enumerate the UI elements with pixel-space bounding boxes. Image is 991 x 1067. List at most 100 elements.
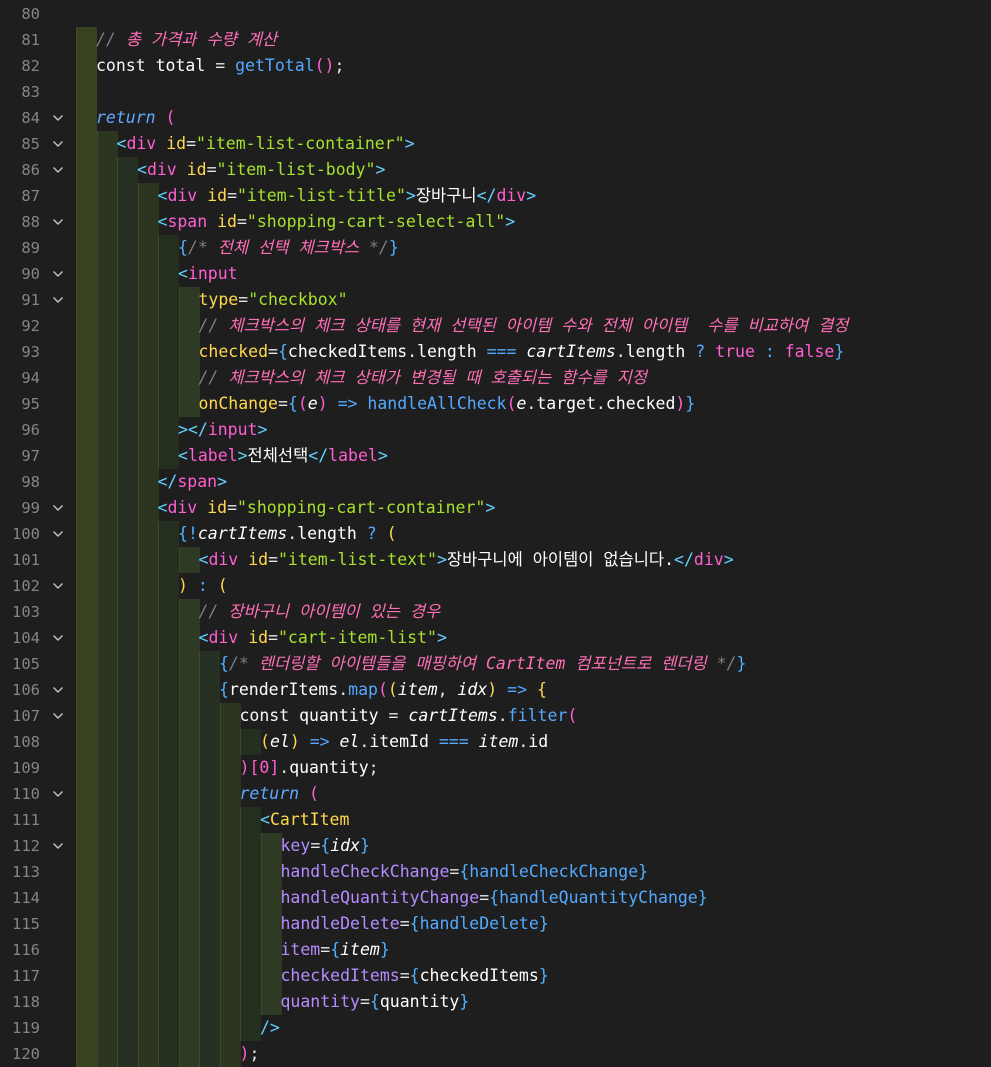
code-token: */ <box>359 238 389 257</box>
indent-guide <box>76 287 97 313</box>
code-token: div <box>167 186 208 205</box>
indent-guide <box>158 859 179 885</box>
code-token: onChange <box>198 394 278 413</box>
indent-guide <box>158 573 179 599</box>
code-line[interactable]: 107 const quantity = cartItems.filter( <box>0 703 991 729</box>
code-token: div <box>167 498 208 517</box>
code-line[interactable]: 118 quantity={quantity} <box>0 989 991 1015</box>
chevron-down-icon[interactable] <box>52 112 64 124</box>
chevron-down-icon[interactable] <box>52 216 64 228</box>
indent-guide <box>137 625 159 651</box>
code-line[interactable]: 120); <box>0 1041 991 1067</box>
code-token: > <box>436 550 447 569</box>
code-line[interactable]: 104 <div id="cart-item-list"> <box>0 625 991 651</box>
code-line[interactable]: 97 <label>전체선택</label> <box>0 443 991 469</box>
code-line[interactable]: 86 <div id="item-list-body"> <box>0 157 991 183</box>
code-line[interactable]: 98 </span> <box>0 469 991 495</box>
code-token: "checkbox" <box>248 290 348 309</box>
indent-guide <box>117 313 138 339</box>
code-line[interactable]: 90 <input <box>0 261 991 287</box>
code-token: > <box>505 212 516 231</box>
code-line[interactable]: 116 item={item} <box>0 937 991 963</box>
code-text: checkedItems={checkedItems} <box>281 963 549 989</box>
code-line[interactable]: 80 <box>0 1 991 27</box>
code-line[interactable]: 111 <CartItem <box>0 807 991 833</box>
code-line[interactable]: 95 onChange={(e) => handleAllCheck(e.targ… <box>0 391 991 417</box>
code-line[interactable]: 101 <div id="item-list-text">장바구니에 아이템이 없… <box>0 547 991 573</box>
indent-guide <box>260 937 282 963</box>
indent-guide <box>96 365 118 391</box>
code-line[interactable]: 99 <div id="shopping-cart-container"> <box>0 495 991 521</box>
code-line[interactable]: 113 handleCheckChange={handleCheckChange} <box>0 859 991 885</box>
code-text: <div id="item-list-title">장바구니</div> <box>158 183 537 209</box>
indent-guide <box>158 937 179 963</box>
code-token: total <box>155 56 216 75</box>
chevron-down-icon[interactable] <box>52 710 64 722</box>
code-text: // 장바구니 아이템이 있는 경우 <box>199 599 441 625</box>
code-line[interactable]: 84 return ( <box>0 105 991 131</box>
code-line[interactable]: 115 handleDelete={handleDelete} <box>0 911 991 937</box>
code-line[interactable]: 100 {!cartItems.length ? ( <box>0 521 991 547</box>
chevron-down-icon[interactable] <box>52 294 64 306</box>
indent-guide <box>117 859 138 885</box>
line-number: 116 <box>12 941 40 959</box>
code-line[interactable]: 119 /> <box>0 1015 991 1041</box>
code-line[interactable]: 106 {renderItems.map((item, idx) => { <box>0 677 991 703</box>
code-token: ? <box>695 342 716 361</box>
code-line[interactable]: 109)[0].quantity; <box>0 755 991 781</box>
chevron-down-icon[interactable] <box>52 684 64 696</box>
chevron-down-icon[interactable] <box>52 528 64 540</box>
code-token: < <box>260 810 270 829</box>
code-text: key={idx} <box>281 833 370 859</box>
code-token: . <box>338 680 349 699</box>
indent-guide <box>178 963 200 989</box>
code-line[interactable]: 110 return ( <box>0 781 991 807</box>
code-line[interactable]: 81 // 총 가격과 수량 계산 <box>0 27 991 53</box>
code-line[interactable]: 105 {/* 렌더링할 아이템들을 매핑하여 CartItem 컴포넌트로 렌더… <box>0 651 991 677</box>
code-token: ( <box>567 706 578 725</box>
indent-guide <box>76 573 97 599</box>
code-line[interactable]: 83 <box>0 79 991 105</box>
indent-guide <box>96 859 118 885</box>
indent-guide <box>199 1015 220 1041</box>
line-number: 94 <box>21 369 40 387</box>
code-line[interactable]: 93 checked={checkedItems.length === cartI… <box>0 339 991 365</box>
code-line[interactable]: 85 <div id="item-list-container"> <box>0 131 991 157</box>
code-token: id <box>186 160 207 179</box>
code-line[interactable]: 117 checkedItems={checkedItems} <box>0 963 991 989</box>
code-line[interactable]: 89 {/* 전체 선택 체크박스 */} <box>0 235 991 261</box>
code-line[interactable]: 114 handleQuantityChange={handleQuantityC… <box>0 885 991 911</box>
indent-guide <box>117 209 138 235</box>
chevron-down-icon[interactable] <box>52 632 64 644</box>
indent-guide <box>158 651 179 677</box>
code-line[interactable]: 87 <div id="item-list-title">장바구니</div> <box>0 183 991 209</box>
code-token: > <box>436 628 447 647</box>
code-line[interactable]: 92 // 체크박스의 체크 상태를 현재 선택된 아이템 수와 전체 아이템 수… <box>0 313 991 339</box>
chevron-down-icon[interactable] <box>52 502 64 514</box>
line-number: 96 <box>21 421 40 439</box>
code-line[interactable]: 96 ></input> <box>0 417 991 443</box>
chevron-down-icon[interactable] <box>52 164 64 176</box>
chevron-down-icon[interactable] <box>52 840 64 852</box>
indent-guide <box>178 729 200 755</box>
code-line[interactable]: 112 key={idx} <box>0 833 991 859</box>
chevron-down-icon[interactable] <box>52 580 64 592</box>
chevron-down-icon[interactable] <box>52 268 64 280</box>
code-line[interactable]: 88 <span id="shopping-cart-select-all"> <box>0 209 991 235</box>
code-token: /* <box>228 654 259 673</box>
chevron-down-icon[interactable] <box>52 788 64 800</box>
code-token: key <box>280 836 311 855</box>
code-token: </ <box>674 550 694 569</box>
code-editor[interactable]: 80 81 // 총 가격과 수량 계산 82 const total = getTot… <box>0 0 991 1067</box>
code-line[interactable]: 103 // 장바구니 아이템이 있는 경우 <box>0 599 991 625</box>
code-line[interactable]: 82 const total = getTotal(); <box>0 53 991 79</box>
code-line[interactable]: 91 type="checkbox" <box>0 287 991 313</box>
code-line[interactable]: 102) : ( <box>0 573 991 599</box>
code-line[interactable]: 108 (el) => el.itemId === item.id <box>0 729 991 755</box>
indent-guide <box>178 287 200 313</box>
code-token: } <box>459 992 470 1011</box>
code-line[interactable]: 94 // 체크박스의 체크 상태가 변경될 때 호출되는 함수를 지정 <box>0 365 991 391</box>
indent-guide <box>199 781 220 807</box>
chevron-down-icon[interactable] <box>52 138 64 150</box>
code-token: cartItems <box>408 706 498 725</box>
